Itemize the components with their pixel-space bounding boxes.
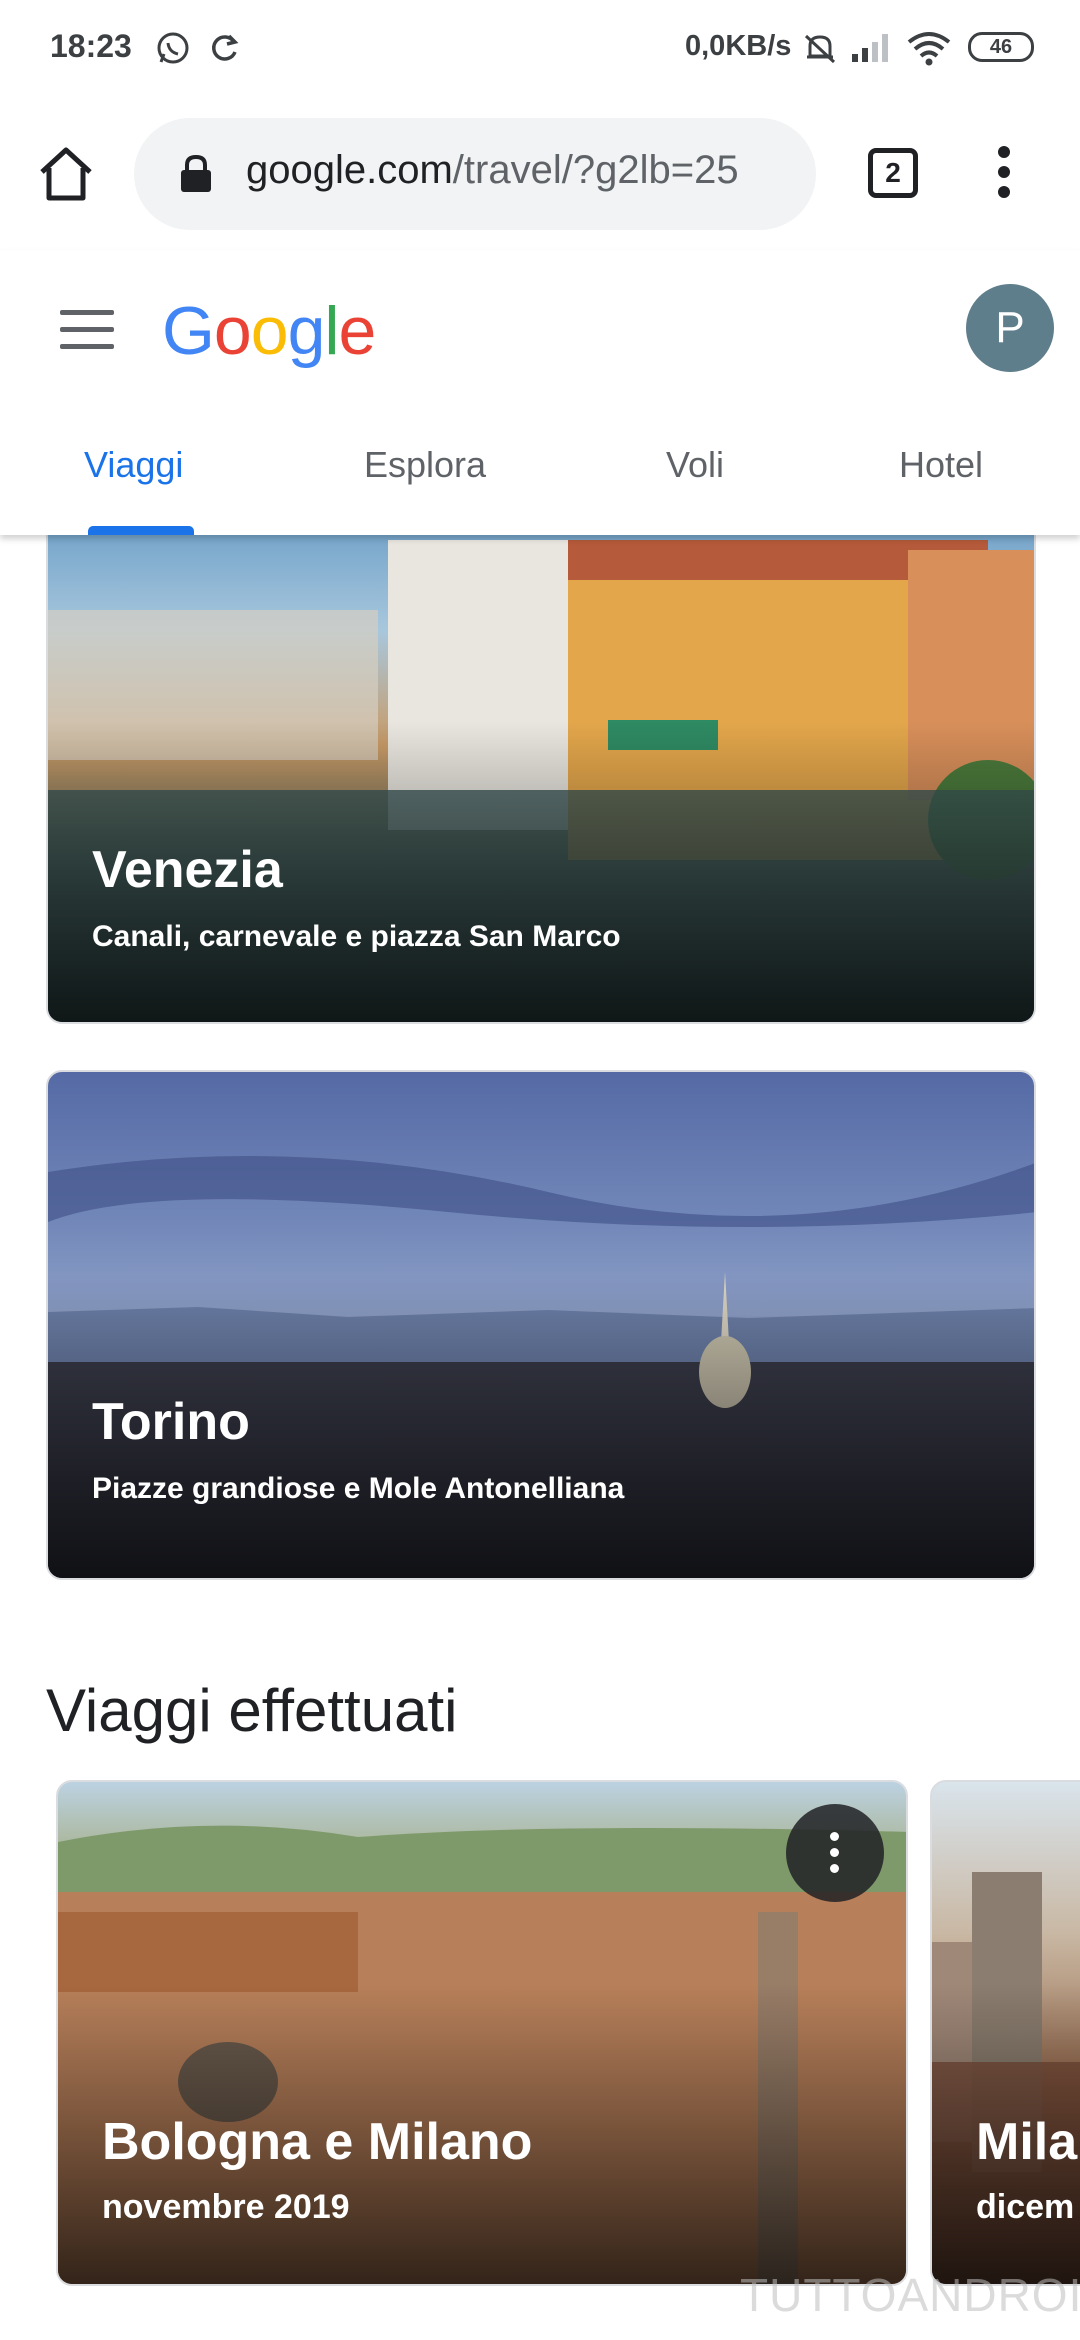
logo-letter: e xyxy=(338,293,377,369)
trip-card-bologna-milano[interactable]: Bologna e Milano novembre 2019 xyxy=(56,1780,908,2286)
whatsapp-icon xyxy=(157,32,189,64)
logo-letter: o xyxy=(250,293,289,369)
tab-viaggi[interactable]: Viaggi xyxy=(84,444,183,486)
card-date: novembre 2019 xyxy=(102,2188,350,2226)
hamburger-menu-icon[interactable] xyxy=(60,310,114,350)
active-tab-indicator xyxy=(88,526,194,535)
avatar[interactable]: P xyxy=(966,284,1054,372)
destination-card-torino[interactable]: Torino Piazze grandiose e Mole Antonelli… xyxy=(46,1070,1036,1580)
watermark: TUTTOANDROID xyxy=(740,2269,1080,2321)
card-title: Bologna e Milano xyxy=(102,2113,533,2171)
network-speed: 0,0KB/s xyxy=(685,30,792,62)
browser-toolbar: google.com/travel/?g2lb=25 2 xyxy=(0,100,1080,250)
card-subtitle: Piazze grandiose e Mole Antonelliana xyxy=(92,1472,625,1505)
logo-letter: l xyxy=(324,293,339,369)
mute-bell-icon xyxy=(804,34,836,64)
url-domain: google.com xyxy=(246,148,453,192)
logo-letter: o xyxy=(213,293,252,369)
card-subtitle: Canali, carnevale e piazza San Marco xyxy=(92,920,621,953)
card-title: Mila xyxy=(976,2113,1078,2171)
more-vert-icon xyxy=(830,1832,839,1880)
tab-hotel[interactable]: Hotel xyxy=(899,444,983,486)
address-bar[interactable]: google.com/travel/?g2lb=25 xyxy=(134,118,816,230)
more-options-button[interactable] xyxy=(786,1804,884,1902)
logo-letter: G xyxy=(162,293,215,369)
lock-icon xyxy=(181,154,211,192)
tab-switcher-button[interactable]: 2 xyxy=(868,148,918,198)
tab-esplora[interactable]: Esplora xyxy=(364,444,486,486)
app-header: Google P Viaggi Esplora Voli Hotel xyxy=(0,250,1080,535)
destination-card-venezia[interactable]: Venezia Canali, carnevale e piazza San M… xyxy=(46,520,1036,1024)
section-title-past-trips: Viaggi effettuati xyxy=(46,1677,458,1744)
url-text[interactable]: google.com/travel/?g2lb=25 xyxy=(246,148,739,193)
sync-icon xyxy=(212,34,239,61)
card-title: Torino xyxy=(92,1393,250,1451)
card-title: Venezia xyxy=(92,841,283,899)
card-date: dicem xyxy=(976,2188,1075,2226)
wifi-icon xyxy=(907,32,951,66)
home-icon[interactable] xyxy=(34,142,98,206)
tab-voli[interactable]: Voli xyxy=(666,444,724,486)
status-time: 18:23 xyxy=(50,28,132,64)
google-logo[interactable]: Google xyxy=(162,292,377,370)
signal-icon xyxy=(852,34,888,62)
battery-indicator: 46 xyxy=(968,32,1034,62)
browser-menu-icon[interactable] xyxy=(994,146,1014,206)
trip-card-milano[interactable]: Mila dicem xyxy=(930,1780,1080,2286)
logo-letter: g xyxy=(287,293,326,369)
url-path: /travel/?g2lb=25 xyxy=(452,148,739,192)
status-bar: 18:23 0,0KB/s 46 xyxy=(0,0,1080,100)
